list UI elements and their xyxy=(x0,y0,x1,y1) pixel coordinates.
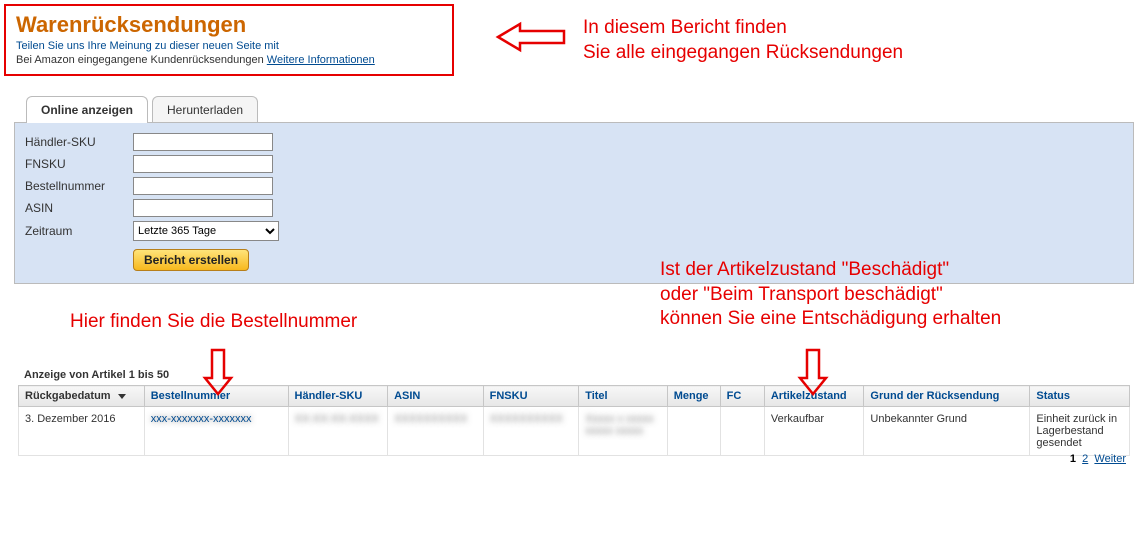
annotation-right: Ist der Artikelzustand "Beschädigt" oder… xyxy=(660,258,1001,332)
annotation-right-line1: Ist der Artikelzustand "Beschädigt" xyxy=(660,258,1001,283)
cell-condition: Verkaufbar xyxy=(764,407,864,456)
col-qty[interactable]: Menge xyxy=(667,386,720,407)
sort-desc-icon xyxy=(118,394,126,399)
col-date[interactable]: Rückgabedatum xyxy=(19,386,145,407)
input-sku[interactable] xyxy=(133,133,273,151)
results-summary: Anzeige von Artikel 1 bis 50 xyxy=(24,369,1144,381)
table-row: 3. Dezember 2016 xxx-xxxxxxx-xxxxxxx XX-… xyxy=(19,407,1130,456)
label-sku: Händler-SKU xyxy=(25,135,133,149)
page-current: 1 xyxy=(1070,453,1076,465)
cell-order-link[interactable]: xxx-xxxxxxx-xxxxxxx xyxy=(151,413,252,425)
page-next-link[interactable]: Weiter xyxy=(1094,453,1126,465)
feedback-link[interactable]: Teilen Sie uns Ihre Meinung zu dieser ne… xyxy=(16,40,442,52)
cell-status: Einheit zurück in Lagerbestand gesendet xyxy=(1030,407,1130,456)
annotation-top-line1: In diesem Bericht finden xyxy=(583,16,903,41)
col-date-label: Rückgabedatum xyxy=(25,390,111,402)
cell-fnsku: XXXXXXXXXX xyxy=(490,413,563,425)
tab-online-view[interactable]: Online anzeigen xyxy=(26,96,148,123)
col-asin[interactable]: ASIN xyxy=(388,386,484,407)
cell-reason: Unbekannter Grund xyxy=(864,407,1030,456)
cell-title: Xxxxx x xxxxx xxxxx xxxxx xyxy=(585,413,653,437)
cell-asin: XXXXXXXXXX xyxy=(394,413,467,425)
tab-download[interactable]: Herunterladen xyxy=(152,96,258,123)
label-period: Zeitraum xyxy=(25,224,133,238)
col-fnsku[interactable]: FNSKU xyxy=(483,386,579,407)
label-order: Bestellnummer xyxy=(25,179,133,193)
col-reason[interactable]: Grund der Rücksendung xyxy=(864,386,1030,407)
more-info-link[interactable]: Weitere Informationen xyxy=(267,54,375,66)
input-order[interactable] xyxy=(133,177,273,195)
page-2-link[interactable]: 2 xyxy=(1082,453,1088,465)
page-title: Warenrücksendungen xyxy=(16,12,442,38)
cell-date: 3. Dezember 2016 xyxy=(19,407,145,456)
create-report-button[interactable]: Bericht erstellen xyxy=(133,249,249,271)
arrow-left-icon xyxy=(498,22,558,48)
select-period[interactable]: Letzte 365 Tage xyxy=(133,221,279,241)
col-fc[interactable]: FC xyxy=(720,386,764,407)
page-header-box: Warenrücksendungen Teilen Sie uns Ihre M… xyxy=(4,4,454,76)
annotation-mid: Hier finden Sie die Bestellnummer xyxy=(70,310,357,335)
annotation-top: In diesem Bericht finden Sie alle eingeg… xyxy=(583,16,903,65)
col-title[interactable]: Titel xyxy=(579,386,668,407)
annotation-top-line2: Sie alle eingegangen Rücksendungen xyxy=(583,41,903,66)
col-status[interactable]: Status xyxy=(1030,386,1130,407)
annotation-right-line3: können Sie eine Entschädigung erhalten xyxy=(660,307,1001,332)
label-asin: ASIN xyxy=(25,201,133,215)
subtitle-line: Bei Amazon eingegangene Kundenrücksendun… xyxy=(16,54,442,66)
col-sku[interactable]: Händler-SKU xyxy=(288,386,388,407)
input-fnsku[interactable] xyxy=(133,155,273,173)
pagination: 1 2 Weiter xyxy=(1070,453,1126,465)
label-fnsku: FNSKU xyxy=(25,157,133,171)
results-table: Rückgabedatum Bestellnummer Händler-SKU … xyxy=(18,385,1130,456)
subtitle-text: Bei Amazon eingegangene Kundenrücksendun… xyxy=(16,54,267,66)
input-asin[interactable] xyxy=(133,199,273,217)
annotation-right-line2: oder "Beim Transport beschädigt" xyxy=(660,283,1001,308)
tabs-row: Online anzeigen Herunterladen xyxy=(26,96,1144,123)
cell-sku: XX-XX-XX-XXXX xyxy=(295,413,379,425)
